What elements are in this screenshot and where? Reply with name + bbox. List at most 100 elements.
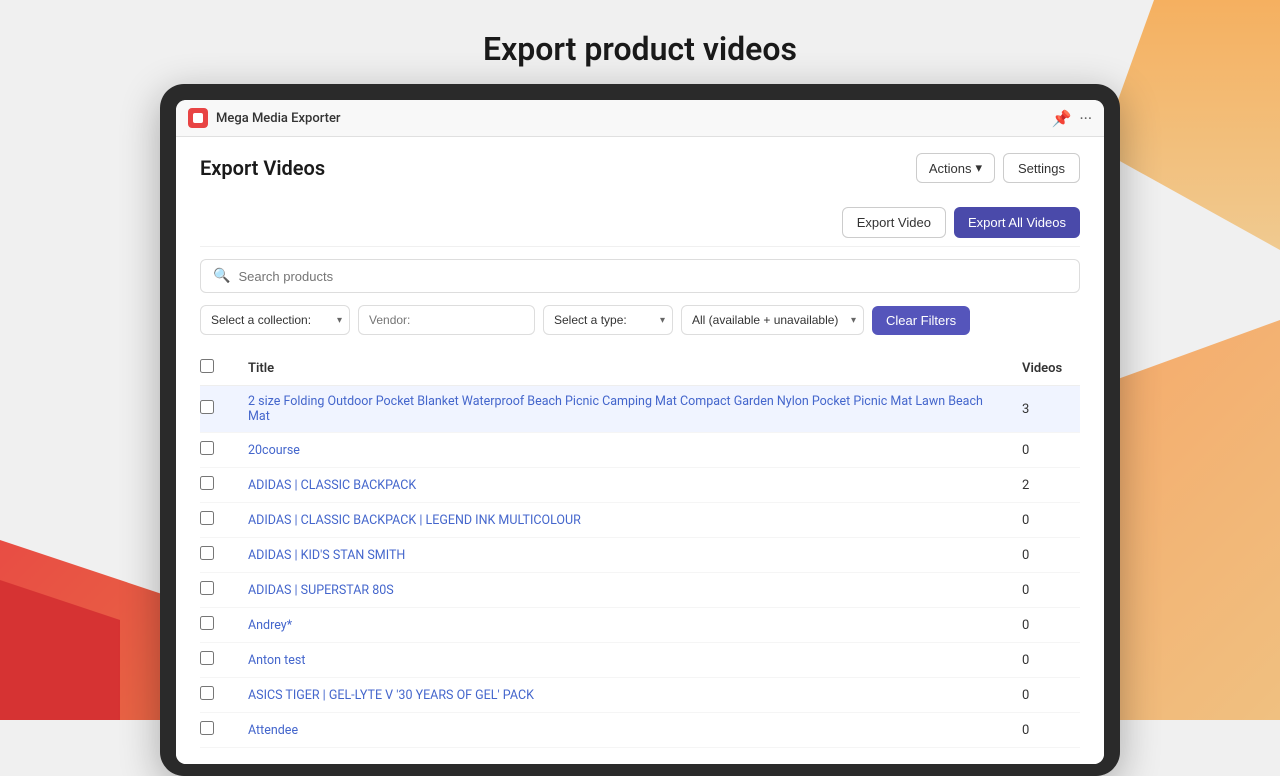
product-link[interactable]: Andrey* (248, 618, 292, 633)
export-video-button[interactable]: Export Video (842, 207, 946, 238)
product-link[interactable]: ADIDAS | CLASSIC BACKPACK (248, 478, 416, 493)
table-row: ADIDAS | KID'S STAN SMITH 0 (200, 538, 1080, 573)
app-icon (188, 108, 208, 128)
clear-filters-button[interactable]: Clear Filters (872, 306, 970, 335)
availability-filter[interactable]: All (available + unavailable) (681, 305, 864, 335)
product-title-cell: Andrey* (236, 608, 1010, 643)
product-title-cell: 20course (236, 433, 1010, 468)
product-videos-cell: 0 (1010, 433, 1080, 468)
videos-column-header: Videos (1010, 351, 1080, 386)
video-count: 0 (1022, 583, 1029, 598)
video-count: 0 (1022, 653, 1029, 668)
product-title-cell: Anton test (236, 643, 1010, 678)
product-title-cell: ADIDAS | CLASSIC BACKPACK (236, 468, 1010, 503)
row-checkbox[interactable] (200, 686, 214, 700)
product-videos-cell: 0 (1010, 573, 1080, 608)
table-header: Title Videos (200, 351, 1080, 386)
header-row: Export Videos Actions ▾ Settings (200, 153, 1080, 183)
product-link[interactable]: ASICS TIGER | GEL-LYTE V '30 YEARS OF GE… (248, 688, 534, 703)
type-filter[interactable]: Select a type: (543, 305, 673, 335)
tablet-frame: Mega Media Exporter 📌 ··· Export Videos … (160, 84, 1120, 776)
product-link[interactable]: ADIDAS | KID'S STAN SMITH (248, 548, 405, 563)
page-title: Export product videos (0, 0, 1280, 84)
video-count: 0 (1022, 688, 1029, 703)
product-link[interactable]: 20course (248, 443, 300, 458)
product-videos-cell: 2 (1010, 468, 1080, 503)
table-row: Andrey* 0 (200, 608, 1080, 643)
pin-icon[interactable]: 📌 (1052, 109, 1072, 128)
toolbar-row: Export Video Export All Videos (200, 199, 1080, 247)
availability-filter-wrapper: All (available + unavailable) (681, 305, 864, 335)
search-input[interactable] (238, 269, 1067, 284)
app-name: Mega Media Exporter (216, 111, 1044, 126)
video-count: 0 (1022, 443, 1029, 458)
actions-chevron-icon: ▾ (975, 160, 982, 176)
row-checkbox[interactable] (200, 721, 214, 735)
row-checkbox[interactable] (200, 511, 214, 525)
row-checkbox-cell (200, 503, 236, 538)
type-filter-wrapper: Select a type: (543, 305, 673, 335)
products-table: Title Videos 2 size Folding Outdoor Pock… (200, 351, 1080, 748)
product-videos-cell: 3 (1010, 386, 1080, 433)
row-checkbox[interactable] (200, 476, 214, 490)
video-count: 0 (1022, 723, 1029, 738)
row-checkbox-cell (200, 678, 236, 713)
product-videos-cell: 0 (1010, 643, 1080, 678)
product-videos-cell: 0 (1010, 678, 1080, 713)
row-checkbox-cell (200, 386, 236, 433)
product-link[interactable]: 2 size Folding Outdoor Pocket Blanket Wa… (248, 394, 983, 424)
row-checkbox[interactable] (200, 651, 214, 665)
title-column-header: Title (236, 351, 1010, 386)
product-videos-cell: 0 (1010, 503, 1080, 538)
collection-filter[interactable]: Select a collection: (200, 305, 350, 335)
row-checkbox[interactable] (200, 400, 214, 414)
app-icon-inner (193, 113, 203, 123)
row-checkbox[interactable] (200, 616, 214, 630)
select-all-checkbox[interactable] (200, 359, 214, 373)
product-link[interactable]: ADIDAS | SUPERSTAR 80S (248, 583, 394, 598)
row-checkbox-cell (200, 573, 236, 608)
product-link[interactable]: ADIDAS | CLASSIC BACKPACK | LEGEND INK M… (248, 513, 581, 528)
select-all-header (200, 351, 236, 386)
row-checkbox[interactable] (200, 546, 214, 560)
main-content: Export Videos Actions ▾ Settings Export … (176, 137, 1104, 764)
search-icon: 🔍 (213, 268, 230, 284)
product-link[interactable]: Anton test (248, 653, 305, 668)
row-checkbox[interactable] (200, 441, 214, 455)
search-bar: 🔍 (200, 259, 1080, 293)
header-buttons: Actions ▾ Settings (916, 153, 1080, 183)
products-tbody: 2 size Folding Outdoor Pocket Blanket Wa… (200, 386, 1080, 748)
video-count: 0 (1022, 513, 1029, 528)
vendor-filter[interactable] (358, 305, 535, 335)
table-header-row: Title Videos (200, 351, 1080, 386)
video-count: 2 (1022, 478, 1029, 493)
actions-label: Actions (929, 161, 972, 176)
product-title-cell: ADIDAS | KID'S STAN SMITH (236, 538, 1010, 573)
product-title-cell: 2 size Folding Outdoor Pocket Blanket Wa… (236, 386, 1010, 433)
actions-button[interactable]: Actions ▾ (916, 153, 995, 183)
settings-button[interactable]: Settings (1003, 153, 1080, 183)
table-row: Anton test 0 (200, 643, 1080, 678)
product-link[interactable]: Attendee (248, 723, 298, 738)
product-title-cell: ASICS TIGER | GEL-LYTE V '30 YEARS OF GE… (236, 678, 1010, 713)
filters-row: Select a collection: Select a type: All … (200, 305, 1080, 335)
table-row: ASICS TIGER | GEL-LYTE V '30 YEARS OF GE… (200, 678, 1080, 713)
row-checkbox-cell (200, 608, 236, 643)
table-row: Attendee 0 (200, 713, 1080, 748)
export-videos-title: Export Videos (200, 156, 325, 180)
product-title-cell: Attendee (236, 713, 1010, 748)
row-checkbox-cell (200, 713, 236, 748)
product-title-cell: ADIDAS | CLASSIC BACKPACK | LEGEND INK M… (236, 503, 1010, 538)
table-row: 20course 0 (200, 433, 1080, 468)
product-title-cell: ADIDAS | SUPERSTAR 80S (236, 573, 1010, 608)
table-row: 2 size Folding Outdoor Pocket Blanket Wa… (200, 386, 1080, 433)
export-all-videos-button[interactable]: Export All Videos (954, 207, 1080, 238)
row-checkbox[interactable] (200, 581, 214, 595)
product-videos-cell: 0 (1010, 713, 1080, 748)
video-count: 0 (1022, 548, 1029, 563)
collection-filter-wrapper: Select a collection: (200, 305, 350, 335)
more-icon[interactable]: ··· (1079, 109, 1092, 128)
row-checkbox-cell (200, 538, 236, 573)
table-row: ADIDAS | SUPERSTAR 80S 0 (200, 573, 1080, 608)
video-count: 0 (1022, 618, 1029, 633)
